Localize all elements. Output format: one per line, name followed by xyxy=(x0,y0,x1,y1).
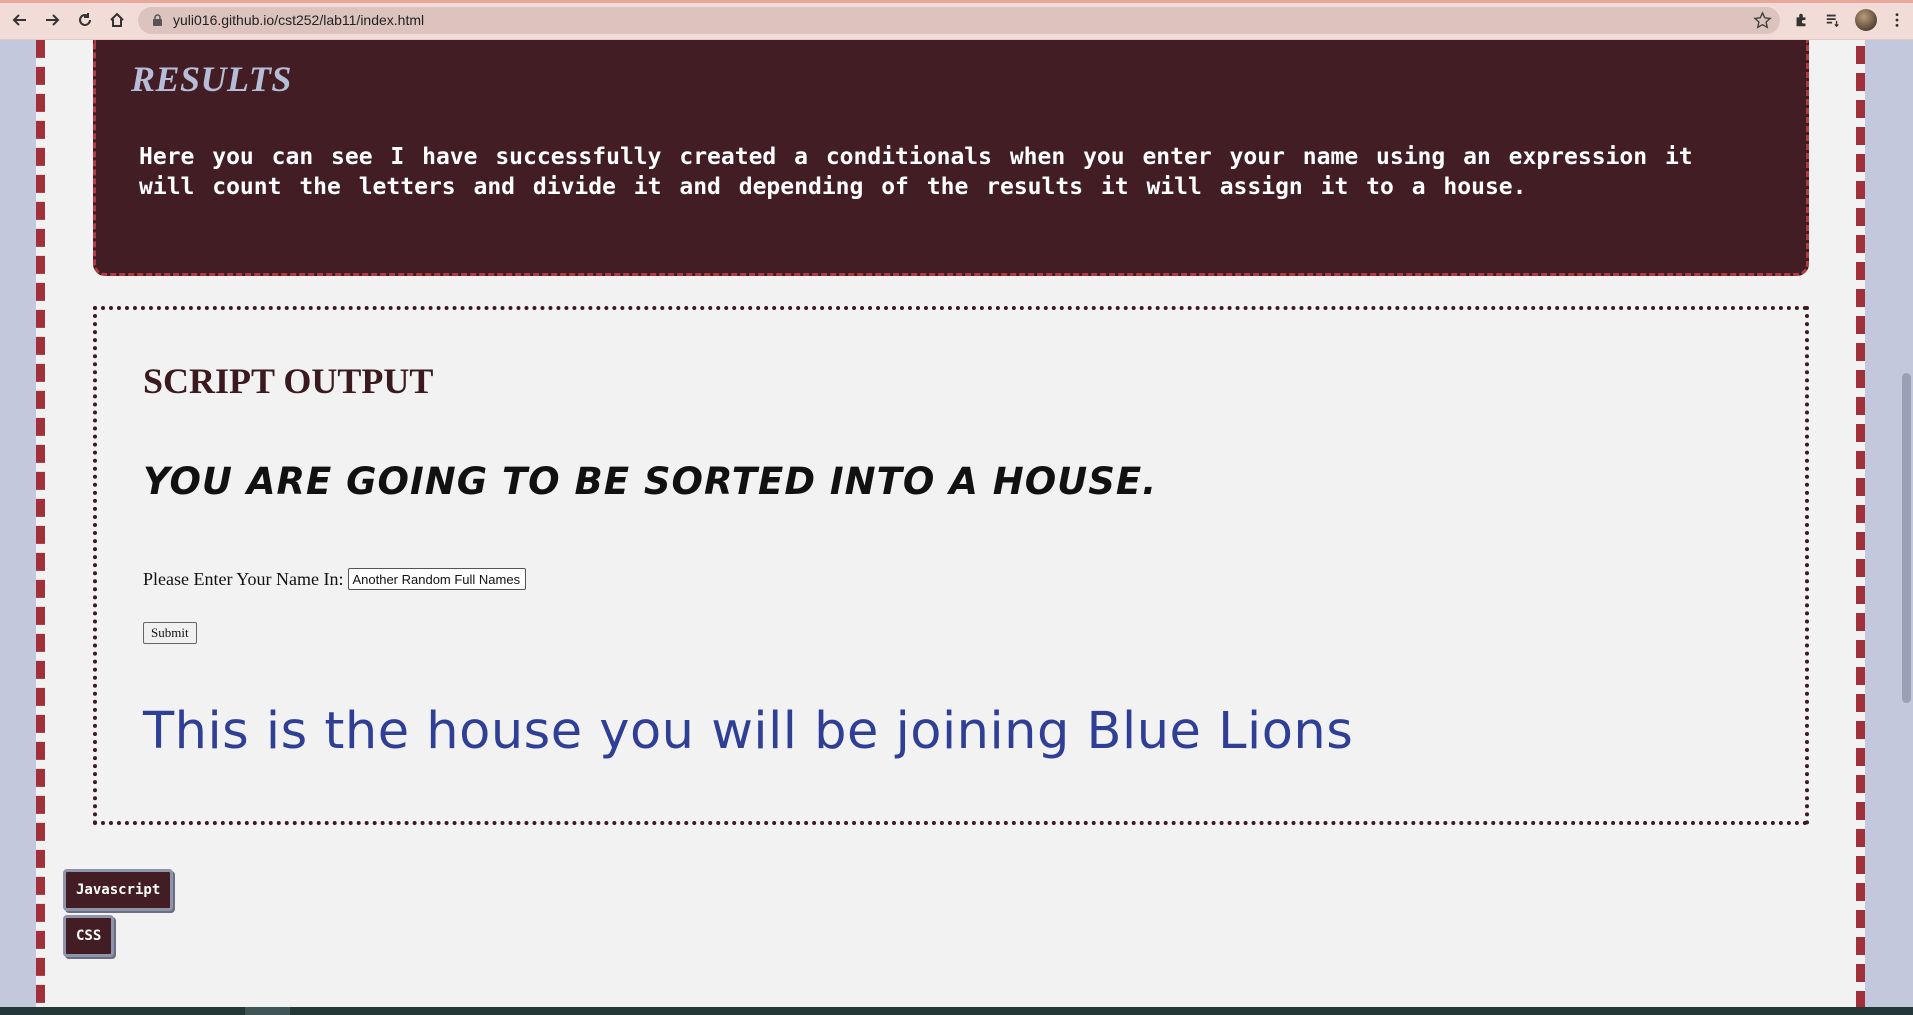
results-section: RESULTS Here you can see I have successf… xyxy=(93,40,1809,276)
vertical-scrollbar[interactable] xyxy=(1900,40,1913,1015)
home-icon[interactable] xyxy=(105,8,129,32)
name-form-row: Please Enter Your Name In: xyxy=(143,568,527,590)
name-input[interactable] xyxy=(348,568,527,590)
reading-list-icon[interactable] xyxy=(1822,9,1844,31)
back-icon[interactable] xyxy=(8,8,32,32)
scrollbar-thumb[interactable] xyxy=(1902,373,1911,703)
house-result-text: This is the house you will be joining Bl… xyxy=(143,702,1354,761)
lock-icon xyxy=(153,14,162,26)
url-text: yuli016.github.io/cst252/lab11/index.htm… xyxy=(173,12,425,28)
taskbar-item xyxy=(245,1007,290,1015)
script-output-section: SCRIPT OUTPUT YOU ARE GOING TO BE SORTED… xyxy=(93,306,1809,825)
bookmark-star-icon[interactable] xyxy=(1753,11,1772,30)
page-viewport: RESULTS Here you can see I have successf… xyxy=(0,40,1900,1015)
address-bar[interactable]: yuli016.github.io/cst252/lab11/index.htm… xyxy=(138,7,1780,34)
forward-icon[interactable] xyxy=(40,8,64,32)
results-heading: RESULTS xyxy=(131,59,292,99)
results-description: Here you can see I have successfully cre… xyxy=(139,144,1693,200)
menu-kebab-icon[interactable] xyxy=(1886,9,1908,31)
javascript-link-button[interactable]: Javascript xyxy=(63,869,174,911)
css-link-button[interactable]: CSS xyxy=(63,915,115,957)
tab-strip-edge xyxy=(0,0,1913,3)
submit-button[interactable]: Submit xyxy=(143,622,197,644)
browser-toolbar: yuli016.github.io/cst252/lab11/index.htm… xyxy=(0,0,1913,40)
profile-avatar[interactable] xyxy=(1855,9,1877,31)
reload-icon[interactable] xyxy=(73,8,97,32)
extensions-icon[interactable] xyxy=(1790,9,1812,31)
taskbar-strip xyxy=(0,1007,1913,1015)
name-label: Please Enter Your Name In: xyxy=(143,568,344,589)
script-output-heading: SCRIPT OUTPUT xyxy=(143,361,434,401)
sorted-message: YOU ARE GOING TO BE SORTED INTO A HOUSE. xyxy=(143,460,1158,503)
